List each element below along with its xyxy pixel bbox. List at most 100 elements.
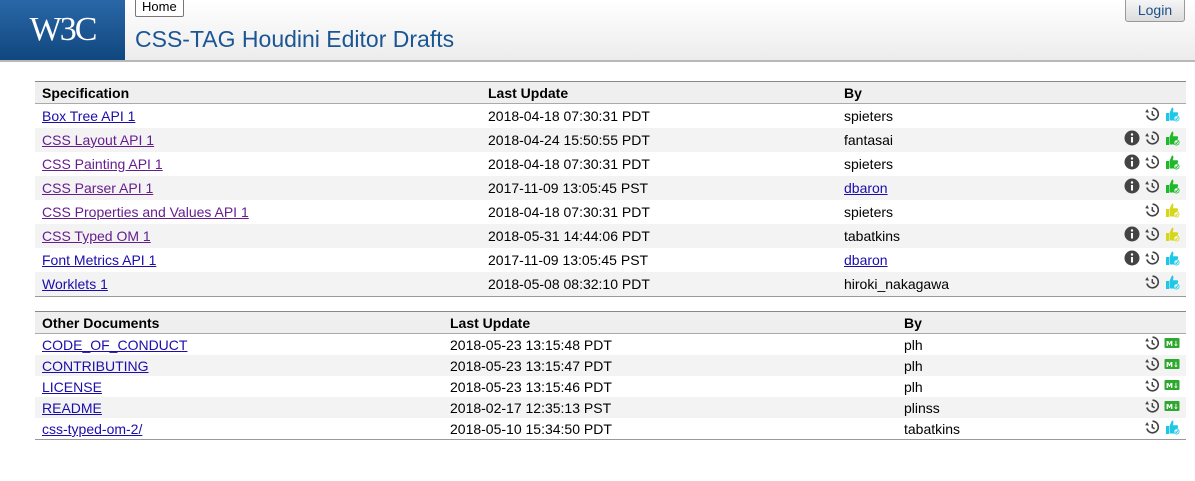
row-actions: M↓ (1144, 398, 1180, 416)
author-value: plh (904, 379, 923, 395)
other-documents-table: Other Documents Last Update By CODE_OF_C… (35, 311, 1186, 440)
history-icon[interactable] (1144, 202, 1160, 221)
author-value: hiroki_nakagawa (844, 276, 950, 292)
document-link[interactable]: css-typed-om-2/ (42, 421, 142, 437)
author-link[interactable]: dbaron (844, 180, 888, 196)
spec-link[interactable]: CSS Layout API 1 (42, 132, 154, 148)
markdown-icon[interactable]: M↓ (1164, 377, 1180, 396)
table-row: Worklets 1 2018-05-08 08:32:10 PDT hiroki_… (35, 272, 1186, 296)
last-update-value: 2018-05-31 14:44:06 PDT (488, 228, 650, 244)
w3c-logo[interactable]: W3C (0, 0, 125, 60)
history-icon[interactable] (1144, 398, 1160, 417)
author-value: plh (904, 358, 923, 374)
status-thumb-icon[interactable] (1164, 106, 1180, 125)
column-header-last-update[interactable]: Last Update (450, 315, 530, 331)
info-icon[interactable] (1124, 154, 1140, 173)
specifications-rows: Box Tree API 1 2018-04-18 07:30:31 PDT spi… (35, 104, 1186, 296)
author-value: plh (904, 337, 923, 353)
svg-text:M↓: M↓ (1166, 403, 1179, 411)
history-icon[interactable] (1144, 130, 1160, 149)
markdown-icon[interactable]: M↓ (1164, 356, 1180, 375)
column-header-specification[interactable]: Specification (42, 85, 129, 101)
status-thumb-icon[interactable] (1164, 178, 1180, 197)
row-actions: M↓ (1144, 377, 1180, 395)
svg-text:M↓: M↓ (1166, 340, 1179, 348)
history-icon[interactable] (1144, 154, 1160, 173)
history-icon[interactable] (1144, 419, 1160, 438)
history-icon[interactable] (1144, 356, 1160, 375)
column-header-last-update[interactable]: Last Update (488, 85, 568, 101)
row-actions (1144, 106, 1180, 124)
info-icon[interactable] (1124, 178, 1140, 197)
last-update-value: 2018-04-24 15:50:55 PDT (488, 132, 650, 148)
markdown-icon[interactable]: M↓ (1164, 398, 1180, 417)
markdown-icon[interactable]: M↓ (1164, 335, 1180, 354)
login-button[interactable]: Login (1125, 0, 1185, 22)
table-row: LICENSE 2018-05-23 13:15:46 PDT plh M↓ (35, 376, 1186, 397)
author-value: tabatkins (844, 228, 901, 244)
document-link[interactable]: README (42, 400, 102, 416)
row-actions (1144, 274, 1180, 292)
row-actions (1124, 130, 1180, 148)
author-link[interactable]: dbaron (844, 252, 888, 268)
table-row: CSS Parser API 1 2017-11-09 13:05:45 PST d… (35, 176, 1186, 200)
spec-link[interactable]: Box Tree API 1 (42, 108, 135, 124)
row-actions (1144, 419, 1180, 437)
author-value: plinss (904, 400, 940, 416)
status-thumb-icon[interactable] (1164, 202, 1180, 221)
last-update-value: 2017-11-09 13:05:45 PST (488, 252, 649, 268)
column-header-by[interactable]: By (904, 315, 922, 331)
info-icon[interactable] (1124, 130, 1140, 149)
spec-link[interactable]: CSS Properties and Values API 1 (42, 204, 249, 220)
last-update-value: 2018-05-23 13:15:46 PDT (450, 379, 612, 395)
status-thumb-icon[interactable] (1164, 274, 1180, 293)
page-title: CSS-TAG Houdini Editor Drafts (135, 26, 455, 52)
last-update-value: 2018-05-23 13:15:47 PDT (450, 358, 612, 374)
table-row: CSS Painting API 1 2018-04-18 07:30:31 PD… (35, 152, 1186, 176)
spec-link[interactable]: CSS Typed OM 1 (42, 228, 151, 244)
row-actions (1124, 154, 1180, 172)
status-thumb-icon[interactable] (1164, 154, 1180, 173)
history-icon[interactable] (1144, 377, 1160, 396)
history-icon[interactable] (1144, 226, 1160, 245)
history-icon[interactable] (1144, 250, 1160, 269)
last-update-value: 2018-05-10 15:34:50 PDT (450, 421, 612, 437)
specifications-table: Specification Last Update By Box Tree AP… (35, 81, 1186, 297)
spec-link[interactable]: CSS Parser API 1 (42, 180, 153, 196)
status-thumb-icon[interactable] (1164, 419, 1180, 438)
table-row: Box Tree API 1 2018-04-18 07:30:31 PDT spi… (35, 104, 1186, 128)
column-header-by[interactable]: By (844, 85, 862, 101)
column-header-other-documents[interactable]: Other Documents (42, 315, 159, 331)
home-button[interactable]: Home (135, 0, 184, 17)
spec-link[interactable]: Font Metrics API 1 (42, 252, 156, 268)
last-update-value: 2017-11-09 13:05:45 PST (488, 180, 649, 196)
last-update-value: 2018-05-08 08:32:10 PDT (488, 276, 650, 292)
table-row: CONTRIBUTING 2018-05-23 13:15:47 PDT plh M↓ (35, 355, 1186, 376)
last-update-value: 2018-02-17 12:35:13 PST (450, 400, 612, 416)
info-icon[interactable] (1124, 250, 1140, 269)
other-documents-rows: CODE_OF_CONDUCT 2018-05-23 13:15:48 PDT pl… (35, 334, 1186, 439)
document-link[interactable]: CONTRIBUTING (42, 358, 149, 374)
table-bottom-rule (35, 296, 1186, 297)
document-link[interactable]: CODE_OF_CONDUCT (42, 337, 187, 353)
spec-link[interactable]: Worklets 1 (42, 276, 108, 292)
document-link[interactable]: LICENSE (42, 379, 102, 395)
history-icon[interactable] (1144, 274, 1160, 293)
row-actions (1124, 178, 1180, 196)
info-icon[interactable] (1124, 226, 1140, 245)
other-documents-header-row: Other Documents Last Update By (35, 311, 1186, 334)
status-thumb-icon[interactable] (1164, 250, 1180, 269)
history-icon[interactable] (1144, 178, 1160, 197)
table-row: CSS Properties and Values API 1 2018-04-1… (35, 200, 1186, 224)
status-thumb-icon[interactable] (1164, 130, 1180, 149)
row-actions (1144, 202, 1180, 220)
history-icon[interactable] (1144, 335, 1160, 354)
row-actions (1124, 250, 1180, 268)
status-thumb-icon[interactable] (1164, 226, 1180, 245)
author-value: spieters (844, 108, 894, 124)
svg-text:M↓: M↓ (1166, 361, 1179, 369)
svg-text:M↓: M↓ (1166, 382, 1179, 390)
history-icon[interactable] (1144, 106, 1160, 125)
last-update-value: 2018-05-23 13:15:48 PDT (450, 337, 612, 353)
spec-link[interactable]: CSS Painting API 1 (42, 156, 163, 172)
